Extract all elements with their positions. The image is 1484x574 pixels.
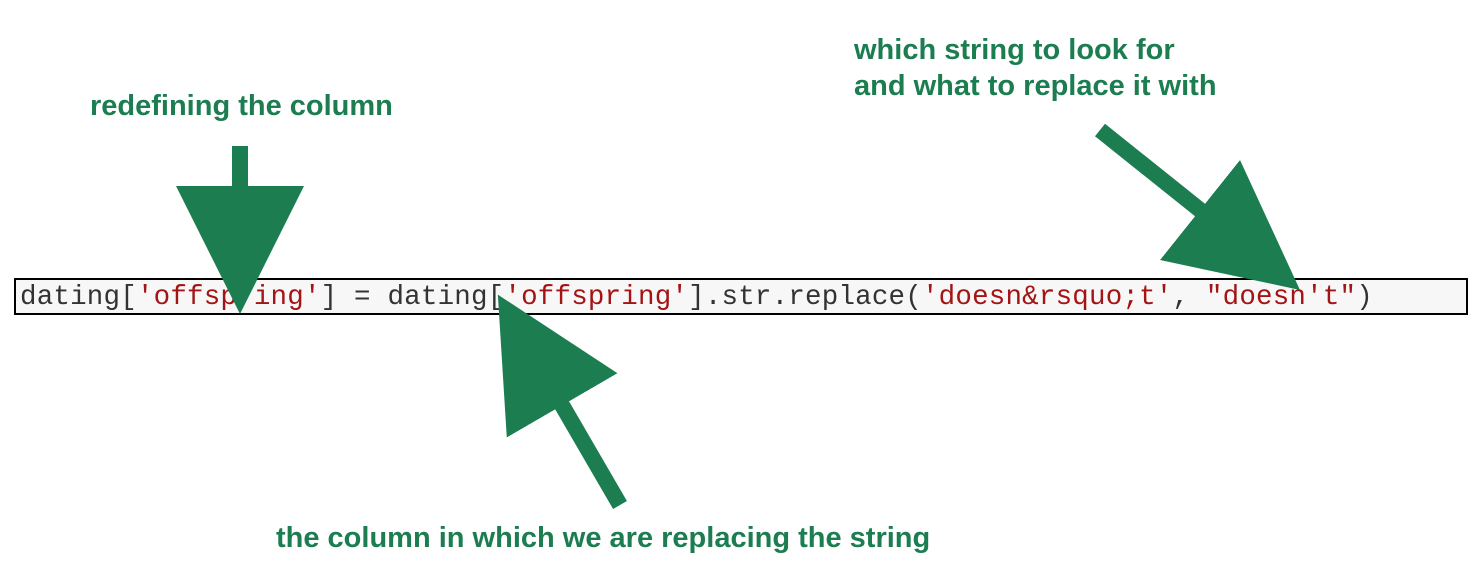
code-token: ) [1356, 282, 1373, 313]
annotation-column-replacing: the column in which we are replacing the… [276, 520, 930, 556]
annotation-which-string-line1: which string to look for [854, 34, 1175, 66]
code-string: "doesn't" [1206, 282, 1356, 313]
code-string: 'offspring' [504, 282, 688, 313]
code-token: ].str.replace( [688, 282, 922, 313]
code-token: ] = dating[ [321, 282, 505, 313]
arrow-diagonal-icon [1080, 120, 1300, 280]
code-string: 'offspring' [137, 282, 321, 313]
code-token: dating[ [20, 282, 137, 313]
arrow-up-icon [480, 330, 680, 520]
code-line: dating['offspring'] = dating['offspring'… [14, 278, 1468, 315]
arrow-down-icon [210, 140, 270, 270]
annotation-which-string-line2: and what to replace it with [854, 70, 1217, 102]
code-token: , [1173, 282, 1206, 313]
annotation-redefining-column: redefining the column [90, 88, 393, 124]
annotation-which-string: which string to look for and what to rep… [854, 32, 1217, 105]
code-string: 'doesn&rsquo;t' [922, 282, 1173, 313]
